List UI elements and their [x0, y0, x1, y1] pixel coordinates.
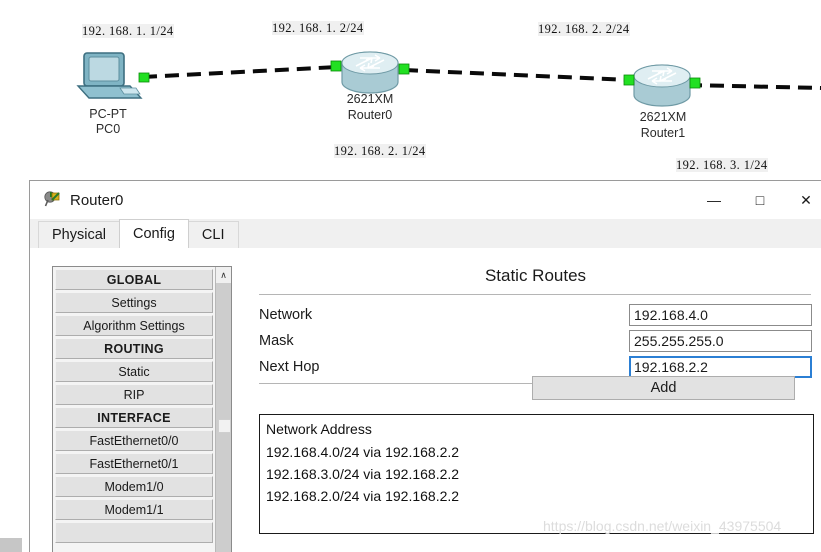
ip-label-pc0-fa0: 192. 168. 1. 1/24	[82, 24, 174, 38]
route-table-row[interactable]: 192.168.2.0/24 via 192.168.2.2	[266, 485, 813, 507]
sidebar-item-routing: ROUTING	[55, 338, 213, 359]
sidebar-item-global: GLOBAL	[55, 269, 213, 290]
device-label-router0-name: Router0	[347, 108, 393, 122]
panel-title: Static Routes	[484, 266, 587, 285]
ip-label-router0-fa00: 192. 168. 1. 2/24	[272, 21, 364, 35]
window-titlebar[interactable]: Router0 — □ ✕	[30, 181, 821, 219]
minimize-button[interactable]: —	[691, 181, 737, 219]
pc-icon[interactable]	[76, 52, 143, 99]
device-label-router1-name: Router1	[640, 126, 686, 140]
sidebar-item-modem1-0[interactable]: Modem1/0	[55, 476, 213, 497]
sidebar-scrollbar-thumb[interactable]	[218, 419, 231, 433]
tab-config[interactable]: Config	[119, 219, 189, 248]
config-tabbar: Physical Config CLI	[30, 219, 821, 248]
router1-icon[interactable]	[633, 64, 691, 107]
form-row-next-hop: Next Hop	[259, 356, 821, 378]
ip-label-router1-fa01: 192. 168. 3. 1/24	[676, 158, 768, 172]
device-label-router0-model: 2621XM	[346, 92, 394, 106]
panel-divider-bottom	[259, 383, 534, 384]
sidebar-scrollbar[interactable]: ∧	[215, 267, 231, 552]
tab-physical[interactable]: Physical	[38, 221, 120, 248]
link-router0-router1	[403, 68, 631, 82]
port-led-router1-fa01	[689, 77, 701, 89]
maximize-button[interactable]: □	[737, 181, 783, 219]
mask-label: Mask	[259, 333, 294, 349]
chevron-up-icon[interactable]: ∧	[216, 267, 231, 283]
next-hop-input[interactable]	[629, 356, 812, 378]
form-row-network: Network	[259, 304, 821, 326]
sidebar-item-interface: INTERFACE	[55, 407, 213, 428]
sidebar-item-settings[interactable]: Settings	[55, 292, 213, 313]
config-sidebar: GLOBAL Settings Algorithm Settings ROUTI…	[52, 266, 232, 552]
add-route-button[interactable]: Add	[532, 376, 795, 400]
window-title: Router0	[70, 191, 124, 209]
panel-divider-top	[259, 294, 811, 295]
ip-label-router0-fa01: 192. 168. 2. 1/24	[334, 144, 426, 158]
port-led-router1-fa00	[623, 74, 635, 86]
next-hop-label: Next Hop	[259, 359, 320, 375]
network-topology-canvas: 192. 168. 1. 1/24 192. 168. 1. 2/24 192.…	[0, 0, 821, 180]
network-label: Network	[259, 307, 313, 323]
route-table[interactable]: Network Address 192.168.4.0/24 via 192.1…	[259, 414, 814, 534]
sidebar-item-fastethernet0-0[interactable]: FastEthernet0/0	[55, 430, 213, 451]
sidebar-item-modem1-1[interactable]: Modem1/1	[55, 499, 213, 520]
device-label-router1-model: 2621XM	[639, 110, 687, 124]
link-pc0-router0	[142, 65, 338, 79]
network-input[interactable]	[629, 304, 812, 326]
port-led-router0-fa01	[398, 63, 410, 75]
router0-icon[interactable]	[341, 51, 399, 94]
device-label-pc0-model: PC-PT	[89, 107, 127, 121]
config-body: GLOBAL Settings Algorithm Settings ROUTI…	[30, 248, 821, 552]
router-config-window: Router0 — □ ✕ Physical Config CLI GLOBAL…	[29, 180, 821, 552]
router-device-icon	[44, 191, 62, 209]
sidebar-item-partial[interactable]	[55, 522, 213, 543]
link-router1-offscreen	[687, 83, 821, 90]
mask-input[interactable]	[629, 330, 812, 352]
sidebar-item-algorithm-settings[interactable]: Algorithm Settings	[55, 315, 213, 336]
tab-cli[interactable]: CLI	[187, 221, 239, 248]
window-controls: — □ ✕	[691, 181, 821, 219]
route-table-row[interactable]: 192.168.3.0/24 via 192.168.2.2	[266, 463, 813, 485]
sidebar-item-rip[interactable]: RIP	[55, 384, 213, 405]
screen: 192. 168. 1. 1/24 192. 168. 1. 2/24 192.…	[0, 0, 821, 552]
desktop-taskbar-corner	[0, 538, 22, 552]
ip-label-router1-fa00: 192. 168. 2. 2/24	[538, 22, 630, 36]
route-table-column-header: Network Address	[266, 421, 372, 437]
sidebar-item-static[interactable]: Static	[55, 361, 213, 382]
port-led-router0-fa00	[330, 60, 342, 72]
form-row-mask: Mask	[259, 330, 821, 352]
static-routes-panel: Static Routes Network Mask Next Hop Add	[242, 256, 821, 552]
config-sidebar-list: GLOBAL Settings Algorithm Settings ROUTI…	[55, 269, 213, 545]
device-label-pc0-name: PC0	[95, 122, 121, 136]
close-button[interactable]: ✕	[783, 181, 821, 219]
port-led-pc0	[138, 72, 150, 83]
desktop-background-left	[0, 180, 29, 552]
sidebar-item-fastethernet0-1[interactable]: FastEthernet0/1	[55, 453, 213, 474]
route-table-row[interactable]: 192.168.4.0/24 via 192.168.2.2	[266, 441, 813, 463]
